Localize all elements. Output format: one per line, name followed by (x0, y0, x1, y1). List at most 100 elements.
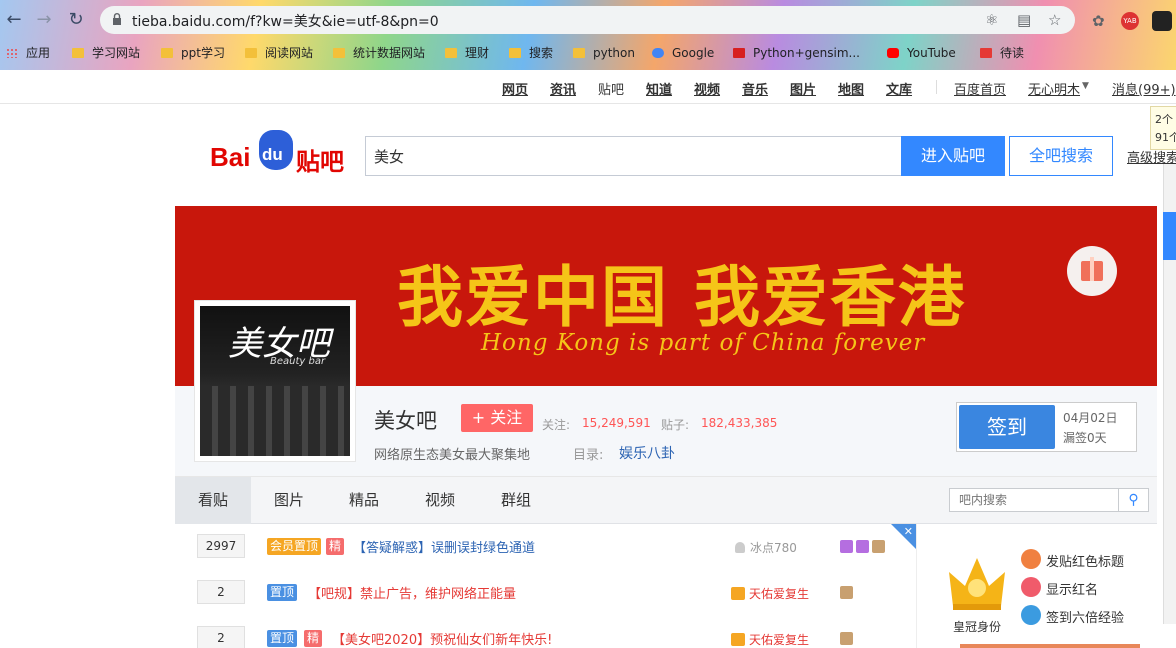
bookmark-star-icon[interactable]: ☆ (1048, 11, 1061, 29)
lock-icon (113, 13, 121, 25)
thread-list: 2997 会员置顶 精 【答疑解惑】误删误封绿色通道 冰点780 2 置顶 【吧… (175, 524, 916, 648)
bookmark-google[interactable]: Google (652, 44, 714, 62)
folder-icon (72, 48, 84, 58)
translate-icon[interactable]: ▤ (1017, 11, 1031, 29)
nav-music[interactable]: 音乐 (742, 79, 768, 98)
nav-news[interactable]: 资讯 (550, 79, 576, 98)
forward-icon[interactable]: → (32, 8, 56, 32)
reply-count: 2997 (197, 534, 245, 558)
yab-extension-icon[interactable]: YAB (1121, 12, 1139, 30)
browser-window: ← → ↻ tieba.baidu.com/f?kw=美女&ie=utf-8&p… (0, 0, 1176, 648)
featured-badge: 精 (326, 538, 345, 555)
nav-wenku[interactable]: 文库 (886, 79, 912, 98)
tab-featured[interactable]: 精品 (332, 477, 396, 524)
apps-grid-icon (6, 48, 18, 58)
csdn-icon (733, 48, 745, 58)
enter-forum-button[interactable]: 进入贴吧 (901, 136, 1005, 176)
search-icon[interactable]: ⚲ (1118, 489, 1148, 511)
bookmark-folder[interactable]: 统计数据网站 (333, 44, 425, 62)
vip-cta-strip[interactable] (960, 644, 1140, 648)
folder-icon (509, 48, 521, 58)
bookmark-apps[interactable]: 应用 (6, 44, 50, 62)
folder-icon (161, 48, 173, 58)
nav-messages[interactable]: 消息(99+) (1112, 79, 1176, 98)
thread-row[interactable]: 2 置顶 精 【美女吧2020】预祝仙女们新年快乐! 天佑爱复生 (175, 616, 916, 648)
nav-baidu-home[interactable]: 百度首页 (954, 79, 1006, 98)
youtube-icon (887, 48, 899, 58)
thread-author[interactable]: 冰点780 (735, 539, 797, 556)
missed-sign-count: 漏签0天 (1063, 431, 1107, 445)
bookmark-folder[interactable]: python (573, 44, 635, 62)
tab-images[interactable]: 图片 (257, 477, 321, 524)
nav-images[interactable]: 图片 (790, 79, 816, 98)
followers-label: 关注: (542, 418, 571, 432)
baidu-tieba-logo[interactable]: Bai du 贴吧 (210, 126, 350, 176)
avatar-photo (200, 386, 350, 456)
nav-web[interactable]: 网页 (502, 79, 528, 98)
member-icon (840, 540, 853, 553)
sign-date: 04月02日 (1063, 411, 1118, 425)
profile-avatar[interactable] (1152, 11, 1172, 31)
forum-description: 网络原生态美女最大聚集地 (374, 448, 531, 463)
posts-count: 182,433,385 (701, 416, 778, 430)
nav-video[interactable]: 视频 (694, 79, 720, 98)
directory-link[interactable]: 娱乐八卦 (619, 443, 675, 463)
crown-icon (731, 587, 745, 600)
nav-map[interactable]: 地图 (838, 79, 864, 98)
bookmark-folder[interactable]: 理财 (445, 44, 489, 62)
nav-zhidao[interactable]: 知道 (646, 79, 672, 98)
tab-groups[interactable]: 群组 (484, 477, 548, 524)
folder-icon (245, 48, 257, 58)
badge-icon (840, 632, 853, 645)
forum-avatar[interactable]: 美女吧 Beauty bar (194, 300, 356, 462)
badge-icon (872, 540, 885, 553)
thread-row[interactable]: 2997 会员置顶 精 【答疑解惑】误删误封绿色通道 冰点780 (175, 524, 916, 570)
bookmark-folder[interactable]: ppt学习 (161, 44, 225, 62)
address-bar[interactable]: tieba.baidu.com/f?kw=美女&ie=utf-8&pn=0 ⚛ … (100, 6, 1075, 34)
in-forum-search-input[interactable] (951, 490, 1117, 510)
side-toolbar-active[interactable] (1163, 212, 1176, 260)
chevron-down-icon: ▼ (1082, 81, 1089, 91)
gift-icon[interactable] (1067, 246, 1117, 296)
search-all-button[interactable]: 全吧搜索 (1009, 136, 1113, 176)
bookmark-youtube[interactable]: YouTube (887, 44, 956, 62)
user-icon (735, 542, 745, 553)
back-icon[interactable]: ← (2, 8, 26, 32)
reload-icon[interactable]: ↻ (64, 8, 88, 32)
crown-icon[interactable] (943, 548, 1011, 616)
banner-subtitle: Hong Kong is part of China forever (481, 330, 926, 356)
follow-button[interactable]: + 关注 (461, 404, 533, 432)
nav-user-menu[interactable]: 无心明木 (1028, 79, 1080, 98)
thread-title[interactable]: 【答疑解惑】误删误封绿色通道 (353, 537, 535, 556)
bookmark-folder[interactable]: 阅读网站 (245, 44, 313, 62)
extension-blocked-icon[interactable]: ⚛ (985, 11, 998, 29)
thread-title[interactable]: 【吧规】禁止广告，维护网络正能量 (308, 583, 516, 602)
posts-label: 贴子: (661, 418, 690, 432)
member-top-badge: 会员置顶 (267, 538, 322, 555)
tab-posts[interactable]: 看贴 (175, 477, 251, 524)
bookmark-csdn[interactable]: Python+gensim... (733, 44, 860, 62)
folder-icon (445, 48, 457, 58)
thread-author[interactable]: 天佑爱复生 (731, 631, 809, 648)
nav-tieba: 贴吧 (598, 83, 625, 98)
bookmarks-bar: 应用 学习网站 ppt学习 阅读网站 统计数据网站 理财 搜索 python G… (0, 40, 1176, 66)
banner-title: 我爱中国 我爱香港 (397, 258, 966, 336)
reply-count: 2 (197, 626, 245, 648)
bookmark-folder[interactable]: 学习网站 (72, 44, 140, 62)
extension-icon[interactable]: ✿ (1092, 12, 1105, 30)
bookmark-folder[interactable]: 搜索 (509, 44, 553, 62)
message-tooltip: 2个 91个 (1150, 106, 1176, 150)
bookmark-reading[interactable]: 待读 (980, 44, 1024, 62)
tab-video[interactable]: 视频 (408, 477, 472, 524)
badge-icon (840, 586, 853, 599)
forum-name: 美女吧 (374, 409, 437, 433)
in-forum-search: ⚲ (949, 488, 1149, 512)
thread-author[interactable]: 天佑爱复生 (731, 585, 809, 602)
thread-title[interactable]: 【美女吧2020】预祝仙女们新年快乐! (332, 629, 552, 648)
sign-in-button[interactable]: 签到 (959, 405, 1055, 449)
url-text: tieba.baidu.com/f?kw=美女&ie=utf-8&pn=0 (132, 14, 439, 30)
google-icon (652, 48, 664, 58)
nav-divider (936, 80, 937, 94)
search-input[interactable] (365, 136, 902, 176)
thread-row[interactable]: 2 置顶 【吧规】禁止广告，维护网络正能量 天佑爱复生 (175, 570, 916, 616)
